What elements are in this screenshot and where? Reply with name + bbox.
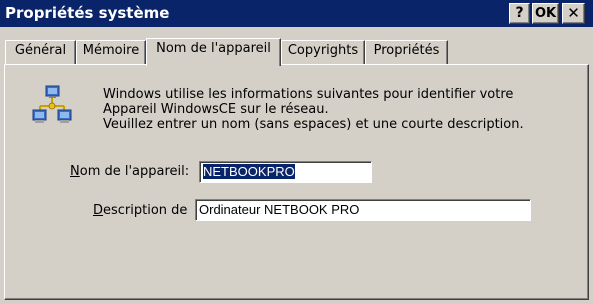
info-line-1: Windows utilise les informations suivant…	[103, 87, 514, 102]
tab-label: Copyrights	[287, 43, 359, 58]
device-name-label-text: om de l'appareil:	[79, 164, 190, 179]
tab-proprietes[interactable]: Propriétés	[365, 40, 448, 64]
tab-label: Mémoire	[82, 43, 140, 58]
info-line-2: Appareil WindowsCE sur le réseau.	[103, 102, 329, 117]
ok-button[interactable]: OK	[532, 3, 559, 24]
tab-general[interactable]: Général	[5, 40, 76, 64]
tab-nom-appareil[interactable]: Nom de l'appareil	[146, 38, 281, 66]
system-properties-dialog: Propriétés système ? OK ✕ Général Mémoir…	[0, 0, 593, 304]
network-computers-icon	[32, 85, 72, 123]
tab-copyrights[interactable]: Copyrights	[281, 40, 365, 64]
tab-memoire[interactable]: Mémoire	[76, 40, 146, 64]
description-label: Description de	[93, 203, 187, 218]
help-button[interactable]: ?	[509, 3, 530, 24]
info-text: Windows utilise les informations suivant…	[103, 87, 524, 132]
description-label-text: escription de	[103, 203, 188, 218]
close-button[interactable]: ✕	[562, 3, 585, 24]
description-input[interactable]: Ordinateur NETBOOK PRO	[195, 199, 531, 221]
info-line-3: Veuillez entrer un nom (sans espaces) et…	[103, 117, 524, 132]
title-bar[interactable]: Propriétés système ? OK ✕	[0, 0, 593, 27]
description-value: Ordinateur NETBOOK PRO	[199, 202, 360, 217]
close-icon: ✕	[567, 4, 580, 22]
device-name-input[interactable]: NETBOOKPRO	[199, 161, 372, 183]
window-title: Propriétés système	[5, 4, 170, 22]
device-name-label: Nom de l'appareil:	[70, 164, 189, 179]
tab-label: Nom de l'appareil	[156, 41, 271, 56]
tab-label: Propriétés	[373, 43, 440, 58]
description-accesskey: D	[93, 203, 104, 218]
device-name-value: NETBOOKPRO	[203, 164, 295, 179]
device-name-accesskey: N	[70, 164, 80, 179]
tab-label: Général	[14, 43, 67, 58]
